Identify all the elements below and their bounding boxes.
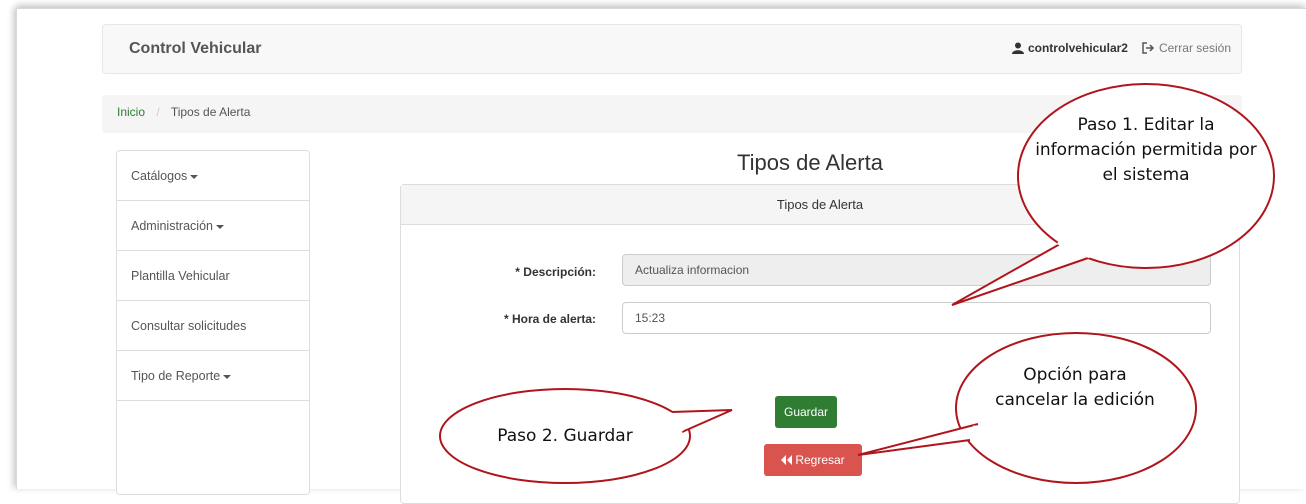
- callout-step1-text: Paso 1. Editar la información permitida …: [1035, 115, 1257, 185]
- callout-overlay: [439, 83, 1275, 484]
- callout-cancel-text: Opción para cancelar la edición: [995, 365, 1155, 410]
- callout-step2-text: Paso 2. Guardar: [497, 426, 633, 446]
